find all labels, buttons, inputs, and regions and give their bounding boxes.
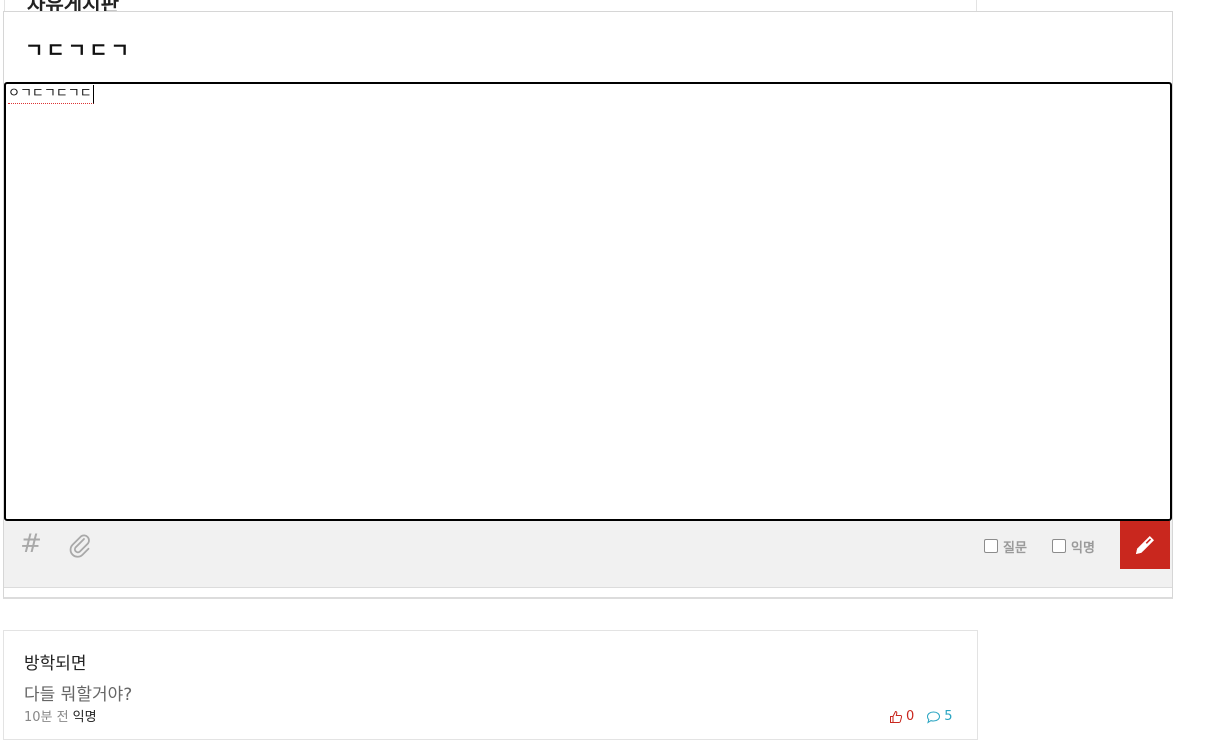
thumbs-up-icon <box>890 710 903 723</box>
article-preview: 다들 뭐할거야? <box>24 685 133 705</box>
question-option[interactable]: 질문 <box>984 538 1027 556</box>
vote-count: 0 <box>889 709 914 724</box>
comment-count-value: 5 <box>944 709 953 724</box>
anonymous-option[interactable]: 익명 <box>1052 538 1095 556</box>
hashtag-icon[interactable]: # <box>18 529 44 559</box>
question-checkbox[interactable] <box>984 539 998 553</box>
speech-bubble-icon <box>927 710 941 724</box>
article-title: 방학되면 <box>24 654 87 674</box>
pencil-icon <box>1136 536 1154 554</box>
article-list-item[interactable]: 방학되면 다들 뭐할거야? 10분 전 익명 0 5 <box>3 630 978 740</box>
article-time: 10분 전 <box>24 710 69 725</box>
article-author: 익명 <box>72 710 97 725</box>
submit-post-button[interactable] <box>1120 521 1170 569</box>
comment-count: 5 <box>926 709 953 724</box>
anonymous-checkbox[interactable] <box>1052 539 1066 553</box>
post-body-textarea[interactable] <box>4 82 1172 521</box>
article-stats: 0 5 <box>889 709 953 724</box>
question-label: 질문 <box>1003 540 1027 556</box>
article-meta: 10분 전 익명 <box>24 706 97 725</box>
paperclip-icon[interactable] <box>66 531 94 559</box>
compose-toolbar: # 질문 익명 <box>4 521 1172 588</box>
write-post-form: ㅇㄱㄷㄱㄷㄱㄷ # 질문 익명 <box>3 11 1173 599</box>
vote-count-value: 0 <box>906 709 915 724</box>
anonymous-label: 익명 <box>1071 540 1095 556</box>
post-title-input[interactable] <box>5 13 1171 83</box>
